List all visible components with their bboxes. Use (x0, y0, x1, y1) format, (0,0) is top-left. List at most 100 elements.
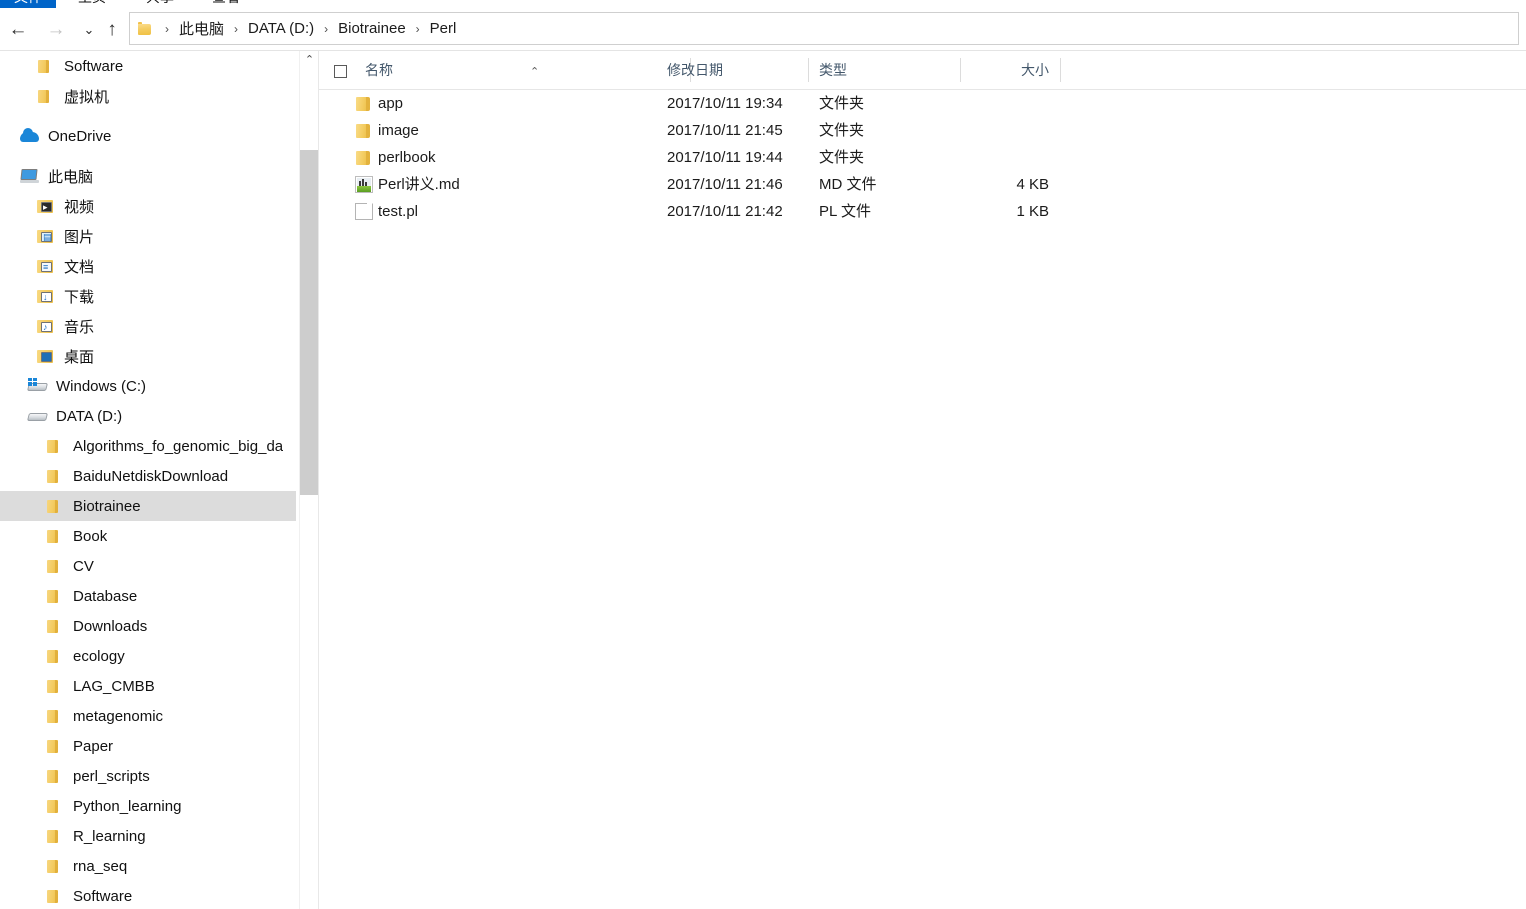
table-row[interactable]: test.pl 2017/10/11 21:42 PL 文件 1 KB (319, 198, 1526, 225)
sidebar-item-cv[interactable]: CV (0, 551, 296, 581)
sidebar-item-r-learning[interactable]: R_learning (0, 821, 296, 851)
cell-type: PL 文件 (819, 203, 871, 220)
cell-name: image (378, 122, 419, 139)
sidebar-item-windows-c[interactable]: Windows (C:) (0, 371, 296, 401)
tab-home[interactable]: 主页 (78, 0, 106, 8)
table-row[interactable]: app 2017/10/11 19:34 文件夹 (319, 90, 1526, 117)
sidebar-item-biotrainee[interactable]: Biotrainee (0, 491, 296, 521)
sidebar-item-label: Software (73, 887, 133, 905)
navigation-pane-scrollbar[interactable]: ⌃ (299, 51, 319, 909)
sidebar-item-software[interactable]: Software (0, 881, 296, 909)
table-row[interactable]: Perl讲义.md 2017/10/11 21:46 MD 文件 4 KB (319, 171, 1526, 198)
folder-icon (45, 618, 65, 635)
cell-date: 2017/10/11 21:45 (667, 122, 783, 139)
sidebar-item-label: LAG_CMBB (73, 677, 155, 695)
folder-icon (45, 648, 65, 665)
cell-name: Perl讲义.md (378, 176, 460, 193)
tab-view[interactable]: 查看 (212, 0, 240, 8)
sidebar-item-rna-seq[interactable]: rna_seq (0, 851, 296, 881)
sidebar-item-[interactable]: 桌面 (0, 341, 296, 371)
table-row[interactable]: image 2017/10/11 21:45 文件夹 (319, 117, 1526, 144)
sidebar-item-label: Database (73, 587, 138, 605)
sidebar-item-python-learning[interactable]: Python_learning (0, 791, 296, 821)
cell-size: 4 KB (1016, 176, 1049, 193)
breadcrumb-item-data-d[interactable]: DATA (D:) (247, 20, 315, 37)
folder-icon (36, 88, 56, 105)
table-row[interactable]: perlbook 2017/10/11 19:44 文件夹 (319, 144, 1526, 171)
windows-drive-icon (28, 377, 48, 395)
nav-group-spacer (0, 151, 296, 161)
folder-icon (36, 58, 56, 75)
folder-icon (45, 828, 65, 845)
sidebar-item-paper[interactable]: Paper (0, 731, 296, 761)
sidebar-item-data-d[interactable]: DATA (D:) (0, 401, 296, 431)
documents-folder-icon: ≡ (36, 258, 56, 275)
sidebar-item-label: Book (73, 527, 108, 545)
sidebar-item-label: metagenomic (73, 707, 164, 725)
downloads-folder-icon: ↓ (36, 288, 56, 305)
folder-icon (45, 888, 65, 905)
sidebar-item-database[interactable]: Database (0, 581, 296, 611)
sidebar-item-label: OneDrive (48, 127, 112, 145)
cell-name: perlbook (378, 149, 436, 166)
cell-type: 文件夹 (819, 122, 865, 139)
scroll-up-icon[interactable]: ⌃ (300, 51, 319, 70)
breadcrumb-item-biotrainee[interactable]: Biotrainee (337, 20, 407, 37)
drive-icon (28, 408, 48, 425)
forward-arrow-icon[interactable]: → (43, 18, 69, 42)
column-header-type-label: 类型 (819, 62, 847, 78)
up-arrow-icon[interactable]: ↑ (99, 18, 125, 42)
cell-size: 1 KB (1016, 203, 1049, 220)
sidebar-item-[interactable]: ↓ 下载 (0, 281, 296, 311)
back-arrow-icon[interactable]: ← (5, 18, 31, 42)
sidebar-item-downloads[interactable]: Downloads (0, 611, 296, 641)
cell-name: test.pl (378, 203, 419, 220)
sidebar-item-label: Paper (73, 737, 114, 755)
tab-file[interactable]: 文件 (0, 0, 56, 8)
navigation-pane[interactable]: Software 虚拟机 OneDrive 此电脑 ▸ 视频 ▤ 图片 ≡ 文档 ↓ 下载 ♪ 音乐 桌面 W… (0, 51, 296, 909)
sidebar-item-baidunetdiskdownload[interactable]: BaiduNetdiskDownload (0, 461, 296, 491)
cell-type: 文件夹 (819, 95, 865, 112)
sidebar-item-label: ecology (73, 647, 125, 665)
scrollbar-thumb[interactable] (300, 150, 319, 495)
breadcrumb-item-perl[interactable]: Perl (429, 20, 458, 37)
sidebar-item-ecology[interactable]: ecology (0, 641, 296, 671)
sidebar-item-label: R_learning (73, 827, 146, 845)
sidebar-item-perl-scripts[interactable]: perl_scripts (0, 761, 296, 791)
nav-group-spacer (0, 111, 296, 121)
sidebar-item-label: rna_seq (73, 857, 128, 875)
column-divider-size[interactable] (1060, 58, 1061, 82)
sidebar-item-[interactable]: 虚拟机 (0, 81, 296, 111)
sidebar-item-book[interactable]: Book (0, 521, 296, 551)
sidebar-item-[interactable]: ▸ 视频 (0, 191, 296, 221)
tab-share[interactable]: 共享 (146, 0, 174, 8)
pictures-folder-icon: ▤ (36, 228, 56, 245)
cell-type: MD 文件 (819, 176, 877, 193)
sidebar-item-software[interactable]: Software (0, 51, 296, 81)
sidebar-item-algorithms-fo-genomic-big-da[interactable]: Algorithms_fo_genomic_big_da (0, 431, 296, 461)
column-header-name[interactable]: 名称 ⌃ (355, 51, 691, 89)
video-folder-icon: ▸ (36, 198, 56, 215)
sidebar-item-[interactable]: ▤ 图片 (0, 221, 296, 251)
computer-icon (20, 168, 40, 185)
breadcrumb-separator-3: › (415, 21, 420, 36)
file-list-pane[interactable]: 名称 ⌃ 修改日期 类型 大小 app 2017/10/11 19:34 文件夹 im… (319, 51, 1526, 909)
breadcrumb[interactable]: › 此电脑 › DATA (D:) › Biotrainee › Perl (129, 12, 1519, 45)
sidebar-item-label: Downloads (73, 617, 148, 635)
cell-name: app (378, 95, 404, 112)
sidebar-item-[interactable]: ≡ 文档 (0, 251, 296, 281)
sidebar-item-lag-cmbb[interactable]: LAG_CMBB (0, 671, 296, 701)
cell-date: 2017/10/11 21:46 (667, 176, 783, 193)
column-header-type[interactable]: 类型 (809, 51, 961, 89)
sidebar-item-[interactable]: 此电脑 (0, 161, 296, 191)
cell-date: 2017/10/11 19:34 (667, 95, 783, 112)
sidebar-item-[interactable]: ♪ 音乐 (0, 311, 296, 341)
sidebar-item-label: DATA (D:) (56, 407, 123, 425)
breadcrumb-item-this-pc[interactable]: 此电脑 (178, 18, 225, 39)
column-header-size[interactable]: 大小 (961, 51, 1061, 89)
column-header-date[interactable]: 修改日期 (657, 51, 809, 89)
cell-date: 2017/10/11 21:42 (667, 203, 783, 220)
sidebar-item-metagenomic[interactable]: metagenomic (0, 701, 296, 731)
select-all-checkbox[interactable] (334, 65, 347, 78)
sidebar-item-onedrive[interactable]: OneDrive (0, 121, 296, 151)
